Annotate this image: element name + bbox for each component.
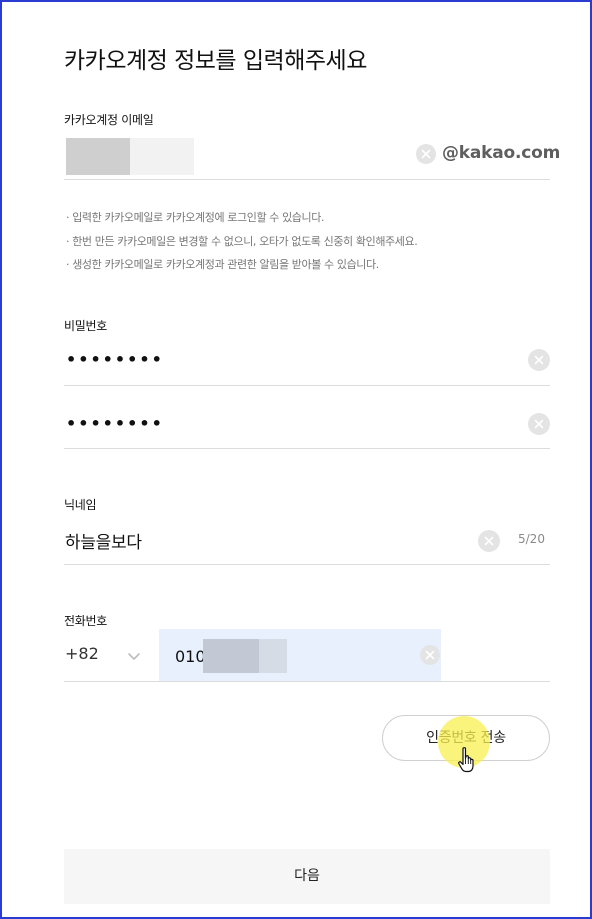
email-label: 카카오계정 이메일 bbox=[64, 113, 154, 127]
email-underline bbox=[64, 179, 550, 180]
country-code-select[interactable]: +82 bbox=[65, 644, 99, 663]
password-confirm-input[interactable]: •••••••• bbox=[66, 414, 164, 433]
password-confirm-clear-icon[interactable] bbox=[528, 413, 550, 435]
phone-label: 전화번호 bbox=[64, 614, 107, 628]
signup-form-window: 카카오계정 정보를 입력해주세요 카카오계정 이메일 @kakao.com · … bbox=[0, 0, 592, 919]
nickname-label: 닉네임 bbox=[64, 498, 97, 512]
email-id-redaction bbox=[66, 138, 130, 175]
email-note-1: · 입력한 카카오메일로 카카오계정에 로그인할 수 있습니다. bbox=[66, 211, 325, 224]
next-button[interactable]: 다음 bbox=[64, 849, 550, 904]
page-title: 카카오계정 정보를 입력해주세요 bbox=[64, 48, 367, 75]
password-label: 비밀번호 bbox=[64, 319, 107, 333]
phone-number-prefix: 010 bbox=[175, 647, 206, 666]
send-verification-code-button[interactable]: 인증번호 전송 bbox=[382, 715, 550, 761]
password-confirm-underline bbox=[64, 448, 550, 449]
password-underline bbox=[64, 385, 550, 386]
email-note-2: · 한번 만든 카카오메일은 변경할 수 없으니, 오타가 없도록 신중히 확인… bbox=[66, 234, 418, 248]
nickname-clear-icon[interactable] bbox=[478, 530, 500, 552]
phone-underline bbox=[64, 681, 550, 682]
email-domain: @kakao.com bbox=[442, 143, 561, 163]
chevron-down-icon[interactable] bbox=[126, 648, 142, 667]
nickname-underline bbox=[64, 564, 550, 565]
email-id-input[interactable] bbox=[66, 138, 194, 175]
nickname-char-counter: 5/20 bbox=[518, 532, 545, 546]
email-clear-icon[interactable] bbox=[416, 144, 436, 164]
email-notes: · 입력한 카카오메일로 카카오계정에 로그인할 수 있습니다. · 한번 만든… bbox=[66, 206, 418, 277]
nickname-input[interactable]: 하늘을보다 bbox=[65, 528, 142, 553]
phone-clear-icon[interactable] bbox=[420, 645, 440, 665]
password-clear-icon[interactable] bbox=[528, 349, 550, 371]
phone-number-input[interactable]: 010 bbox=[159, 629, 441, 681]
email-note-3: · 생성한 카카오메일로 카카오계정과 관련한 알림을 받아볼 수 있습니다. bbox=[66, 258, 379, 271]
phone-number-redaction bbox=[203, 639, 287, 673]
password-input[interactable]: •••••••• bbox=[66, 350, 164, 369]
